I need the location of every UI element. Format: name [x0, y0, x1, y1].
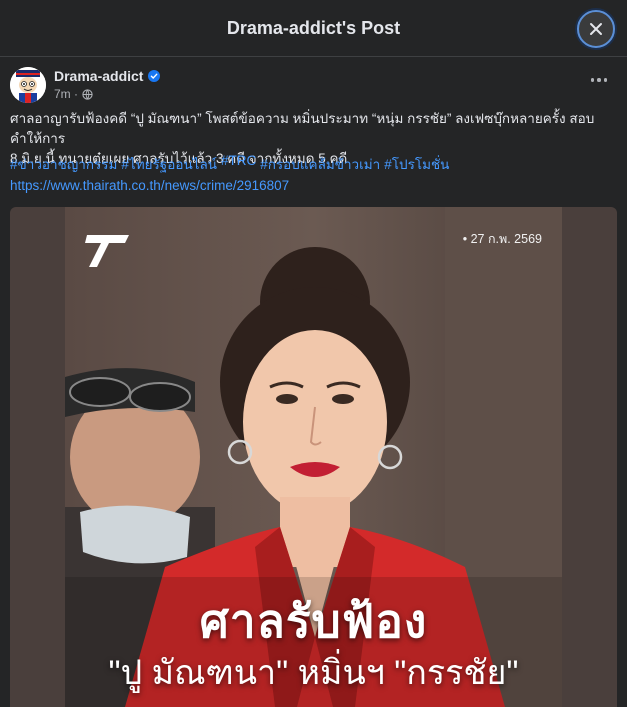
hashtag-link[interactable]: #ไทยรัฐออนไลน์: [121, 153, 217, 175]
verified-badge-icon: [148, 70, 161, 82]
graphic-date: • 27 ก.พ. 2569: [462, 232, 542, 246]
post-modal-header: Drama-addict's Post: [0, 0, 627, 57]
author-name[interactable]: Drama-addict: [54, 68, 161, 84]
hashtag-link[interactable]: #กรอบแคล้มข้าวเม่า: [260, 153, 380, 175]
news-graphic: • 27 ก.พ. 2569 ศาลรับฟ้อง "ปู มัณฑนา" หม…: [65, 207, 562, 707]
close-button[interactable]: [577, 10, 615, 48]
hashtag-link[interactable]: #โปรโมชั่น: [384, 153, 449, 175]
more-options-icon[interactable]: [589, 73, 609, 87]
globe-icon: [82, 88, 93, 100]
close-icon: [590, 23, 602, 35]
author-name-text: Drama-addict: [54, 68, 144, 84]
graphic-subheadline: "ปู มัณฑนา" หมิ่นฯ "กรรชัย": [108, 654, 519, 692]
hashtag-list: #ข่าวอาชญากรรม #ไทยรัฐออนไลน์ #TRC #กรอบ…: [10, 153, 449, 175]
article-link[interactable]: https://www.thairath.co.th/news/crime/29…: [10, 178, 289, 193]
post-text-line1: ศาลอาญารับฟ้องคดี “ปู มัณฑนา” โพสต์ข้อคว…: [10, 111, 595, 146]
modal-title: Drama-addict's Post: [226, 17, 401, 38]
avatar-cartoon-image: [10, 67, 46, 103]
post: Drama-addict 7m · ศาลอาญารับฟ้องคดี “ปู …: [0, 57, 627, 707]
avatar[interactable]: [10, 67, 46, 103]
post-image[interactable]: • 27 ก.พ. 2569 ศาลรับฟ้อง "ปู มัณฑนา" หม…: [10, 207, 617, 707]
thairath-logo-icon: [85, 235, 129, 267]
post-meta: 7m ·: [54, 87, 93, 101]
hashtag-link[interactable]: #ข่าวอาชญากรรม: [10, 153, 117, 175]
hashtag-link[interactable]: #TRC: [221, 153, 256, 175]
post-header: Drama-addict 7m ·: [0, 57, 627, 107]
post-time[interactable]: 7m ·: [54, 87, 78, 101]
